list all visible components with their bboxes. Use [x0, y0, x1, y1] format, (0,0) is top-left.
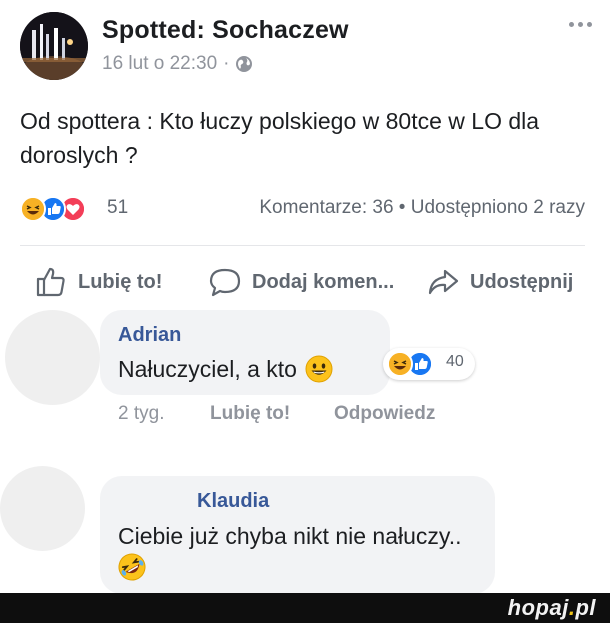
globe-icon — [236, 56, 253, 72]
divider — [20, 245, 585, 246]
site-watermark: hopaj.pl — [508, 595, 596, 621]
comment-avatar[interactable] — [5, 310, 100, 405]
avatar-image — [20, 12, 88, 80]
comment-bubble-icon — [209, 268, 241, 297]
comment-reaction-count: 40 — [446, 353, 464, 370]
post-header: Spotted: Sochaczew 16 lut o 22:30 · — [20, 12, 595, 84]
more-options-icon[interactable] — [565, 18, 595, 30]
post-meta: 16 lut o 22:30 · — [102, 53, 253, 75]
more-dot — [577, 21, 583, 27]
comment-text: Ciebie już chyba nikt nie nałuczy.. — [118, 523, 462, 549]
page-name[interactable]: Spotted: Sochaczew — [102, 16, 349, 45]
thumbs-up-icon — [36, 267, 65, 297]
post-actions: Lubię to! Dodaj komen... Udostępnij — [20, 262, 585, 302]
watermark-name: hopaj — [507, 595, 569, 620]
post-stats[interactable]: Komentarze: 36 • Udostępniono 2 razy — [259, 197, 585, 219]
haha-icon — [20, 196, 46, 222]
comment-time[interactable]: 2 tyg. — [118, 403, 164, 425]
more-dot — [586, 21, 592, 27]
haha-icon — [387, 351, 413, 377]
rofl-icon — [118, 553, 146, 581]
post-timestamp[interactable]: 16 lut o 22:30 — [102, 53, 217, 75]
comment-reactions[interactable]: 40 — [383, 348, 475, 380]
comment-text: Nałuczyciel, a kto — [118, 355, 297, 382]
reactions-row: 51 Komentarze: 36 • Udostępniono 2 razy — [20, 194, 585, 224]
comment-like-button[interactable]: Lubię to! — [210, 403, 290, 425]
comment-button-label: Dodaj komen... — [252, 270, 395, 293]
post-text: Od spottera : Kto łuczy polskiego w 80tc… — [20, 108, 540, 168]
share-button[interactable]: Udostępnij — [426, 262, 573, 302]
watermark-tld: pl — [575, 595, 596, 620]
comment-button[interactable]: Dodaj komen... — [208, 262, 394, 302]
comment-reply-button[interactable]: Odpowiedz — [334, 403, 435, 425]
share-button-label: Udostępnij — [470, 270, 574, 293]
page-avatar[interactable] — [20, 12, 88, 80]
reaction-count[interactable]: 51 — [107, 197, 128, 219]
comment-text-row: Nałuczyciel, a kto — [118, 355, 333, 383]
watermark-bar: hopaj.pl — [0, 593, 610, 623]
comment-text-row: Ciebie już chyba nikt nie nałuczy.. — [118, 520, 488, 584]
comment-author[interactable]: Klaudia — [197, 490, 269, 513]
comment-author[interactable]: Adrian — [118, 324, 181, 347]
meta-separator: · — [223, 53, 230, 74]
comment-avatar[interactable] — [0, 466, 85, 551]
reaction-icons[interactable] — [20, 196, 110, 222]
like-button[interactable]: Lubię to! — [34, 262, 162, 302]
grinning-face-icon — [305, 355, 333, 383]
share-arrow-icon — [428, 269, 459, 295]
like-button-label: Lubię to! — [78, 270, 163, 293]
more-dot — [568, 21, 574, 27]
